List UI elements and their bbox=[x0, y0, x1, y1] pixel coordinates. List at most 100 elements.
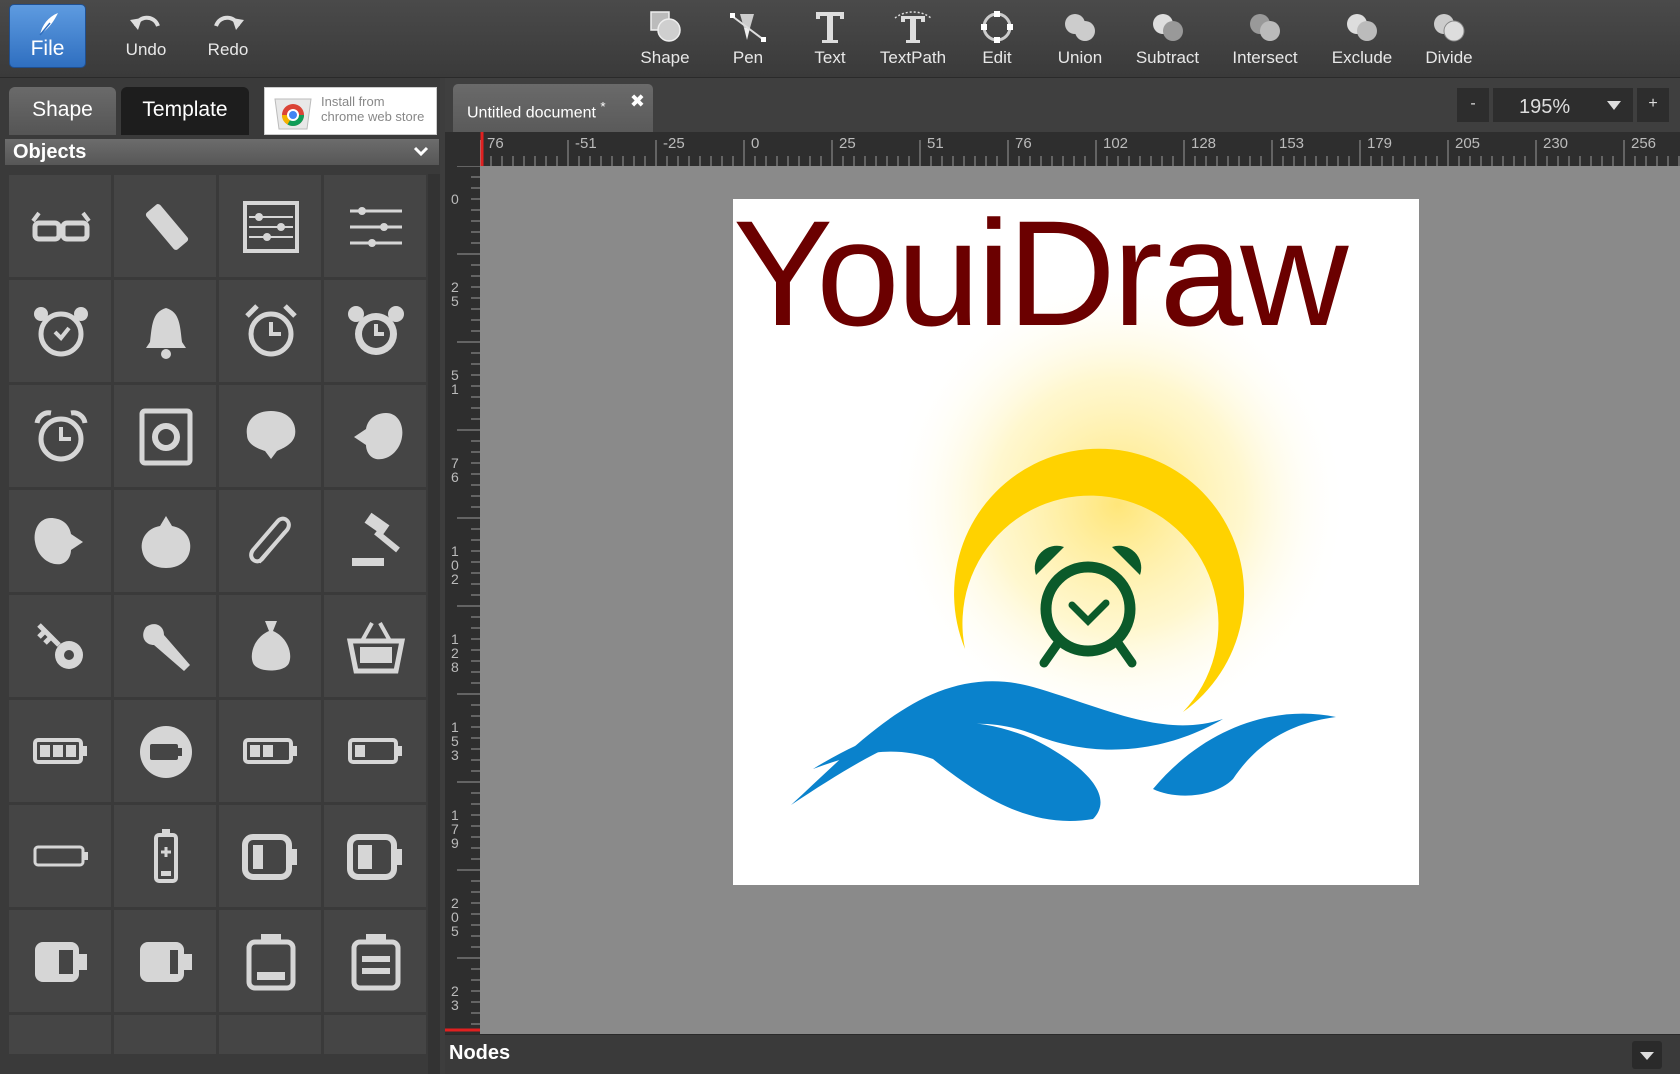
undo-button[interactable]: Undo bbox=[116, 4, 176, 74]
wrench-icon bbox=[136, 617, 196, 677]
object-cell-battery-full[interactable] bbox=[8, 699, 112, 803]
object-cell-glasses[interactable] bbox=[8, 174, 112, 278]
object-cell-wrench[interactable] bbox=[113, 594, 217, 698]
union-button[interactable]: Union bbox=[1045, 4, 1115, 74]
chrome-badge-line2: chrome web store bbox=[321, 109, 424, 124]
battery-plug-4-icon bbox=[136, 932, 196, 992]
object-cell-key[interactable] bbox=[8, 594, 112, 698]
shape-tool-icon bbox=[645, 10, 685, 44]
object-cell[interactable] bbox=[8, 1014, 112, 1054]
subtract-button[interactable]: Subtract bbox=[1130, 4, 1205, 74]
object-cell-alarm-clock-4[interactable] bbox=[8, 384, 112, 488]
object-cell-battery-vertical[interactable] bbox=[113, 804, 217, 908]
battery-empty-icon bbox=[31, 827, 91, 887]
object-cell-bell[interactable] bbox=[113, 279, 217, 383]
pin-balloon-down-icon bbox=[241, 407, 301, 467]
object-cell-battery-plug-4[interactable] bbox=[113, 909, 217, 1013]
zoom-dropdown-icon[interactable] bbox=[1607, 101, 1621, 111]
v-ruler-label: 5 bbox=[451, 923, 459, 939]
logo-text[interactable]: YouiDraw bbox=[733, 199, 1345, 360]
h-ruler-label: 25 bbox=[839, 135, 856, 152]
text-tool-icon bbox=[810, 10, 850, 44]
nodes-toggle-button[interactable] bbox=[1632, 1041, 1662, 1069]
object-cell[interactable] bbox=[113, 1014, 217, 1054]
zoom-out-button[interactable]: - bbox=[1457, 88, 1489, 122]
object-cell-pin-balloon-up[interactable] bbox=[113, 489, 217, 593]
redo-label: Redo bbox=[198, 40, 258, 60]
gavel-icon bbox=[346, 512, 406, 572]
object-cell-battery-vertical-empty[interactable] bbox=[218, 909, 322, 1013]
shape-tool-button[interactable]: Shape bbox=[630, 4, 700, 74]
object-cell-battery-empty[interactable] bbox=[8, 804, 112, 908]
divide-icon bbox=[1429, 10, 1469, 44]
divide-button[interactable]: Divide bbox=[1414, 4, 1484, 74]
horizontal-ruler[interactable]: 76-51-250255176102128153179205230256 bbox=[480, 132, 1680, 166]
close-tab-icon[interactable]: ✖ bbox=[630, 78, 645, 124]
text-tool-label: Text bbox=[795, 48, 865, 68]
exclude-icon bbox=[1342, 10, 1382, 44]
tab-template[interactable]: Template bbox=[121, 87, 249, 135]
object-cell-gavel[interactable] bbox=[323, 489, 427, 593]
exclude-label: Exclude bbox=[1322, 48, 1402, 68]
edit-tool-button[interactable]: Edit bbox=[962, 4, 1032, 74]
object-cell-battery-low[interactable] bbox=[323, 699, 427, 803]
tab-shape[interactable]: Shape bbox=[9, 87, 116, 135]
speaker-icon bbox=[136, 407, 196, 467]
textpath-tool-button[interactable]: TextPath bbox=[873, 4, 953, 74]
zoom-in-button[interactable]: + bbox=[1637, 88, 1669, 122]
chrome-web-store-badge[interactable]: Install from chrome web store bbox=[264, 87, 437, 135]
object-cell-abacus-lines[interactable] bbox=[323, 174, 427, 278]
object-cell-alarm-clock-3[interactable] bbox=[323, 279, 427, 383]
subtract-label: Subtract bbox=[1130, 48, 1205, 68]
left-panel-scrollbar[interactable] bbox=[428, 174, 440, 1074]
exclude-button[interactable]: Exclude bbox=[1322, 4, 1402, 74]
vertical-ruler-ticks: 025517610212815317920523 bbox=[445, 166, 480, 1034]
object-cell-battery-plug-3[interactable] bbox=[8, 909, 112, 1013]
text-tool-button[interactable]: Text bbox=[795, 4, 865, 74]
intersect-button[interactable]: Intersect bbox=[1225, 4, 1305, 74]
object-cell-money-bag[interactable] bbox=[218, 594, 322, 698]
partial-object-icon bbox=[346, 1037, 406, 1054]
drawing-page[interactable]: YouiDraw bbox=[733, 199, 1419, 885]
object-cell-pin-balloon-right[interactable] bbox=[8, 489, 112, 593]
alarm-clock-icon bbox=[31, 302, 91, 362]
object-cell-usb-drive[interactable] bbox=[113, 174, 217, 278]
nodes-panel-bar[interactable]: Nodes bbox=[445, 1034, 1680, 1074]
paperclip-icon bbox=[241, 512, 301, 572]
file-button[interactable]: File bbox=[9, 4, 86, 68]
object-cell[interactable] bbox=[218, 1014, 322, 1054]
battery-vertical-empty-icon bbox=[241, 932, 301, 992]
v-ruler-label: 1 bbox=[451, 381, 459, 397]
pin-balloon-right-icon bbox=[31, 512, 91, 572]
objects-label: Objects bbox=[13, 141, 86, 163]
object-cell-pin-balloon-down[interactable] bbox=[218, 384, 322, 488]
vertical-ruler[interactable]: 025517610212815317920523 bbox=[445, 166, 480, 1034]
basket-icon bbox=[346, 617, 406, 677]
battery-plug-icon bbox=[241, 827, 301, 887]
object-cell-basket[interactable] bbox=[323, 594, 427, 698]
object-cell-battery-plug-2[interactable] bbox=[323, 804, 427, 908]
object-cell-speaker[interactable] bbox=[113, 384, 217, 488]
document-tab-title: Untitled document bbox=[467, 104, 596, 121]
usb-drive-icon bbox=[136, 197, 196, 257]
chrome-badge-line1: Install from bbox=[321, 94, 424, 109]
object-cell-alarm-clock[interactable] bbox=[8, 279, 112, 383]
pen-tool-button[interactable]: Pen bbox=[713, 4, 783, 74]
redo-button[interactable]: Redo bbox=[198, 4, 258, 74]
object-cell-battery-vertical-half[interactable] bbox=[323, 909, 427, 1013]
object-cell-alarm-clock-2[interactable] bbox=[218, 279, 322, 383]
object-cell-paperclip[interactable] bbox=[218, 489, 322, 593]
canvas-area[interactable]: YouiDraw bbox=[480, 166, 1680, 1034]
battery-vertical-icon bbox=[136, 827, 196, 887]
battery-plug-3-icon bbox=[31, 932, 91, 992]
v-ruler-label: 3 bbox=[451, 747, 459, 763]
objects-dropdown[interactable]: Objects bbox=[5, 139, 439, 165]
document-tab[interactable]: Untitled document * ✖ bbox=[453, 84, 653, 132]
v-ruler-label: 5 bbox=[451, 293, 459, 309]
object-cell-battery-half[interactable] bbox=[218, 699, 322, 803]
object-cell[interactable] bbox=[323, 1014, 427, 1054]
object-cell-battery-circle[interactable] bbox=[113, 699, 217, 803]
object-cell-abacus[interactable] bbox=[218, 174, 322, 278]
object-cell-pin-balloon-left[interactable] bbox=[323, 384, 427, 488]
object-cell-battery-plug[interactable] bbox=[218, 804, 322, 908]
